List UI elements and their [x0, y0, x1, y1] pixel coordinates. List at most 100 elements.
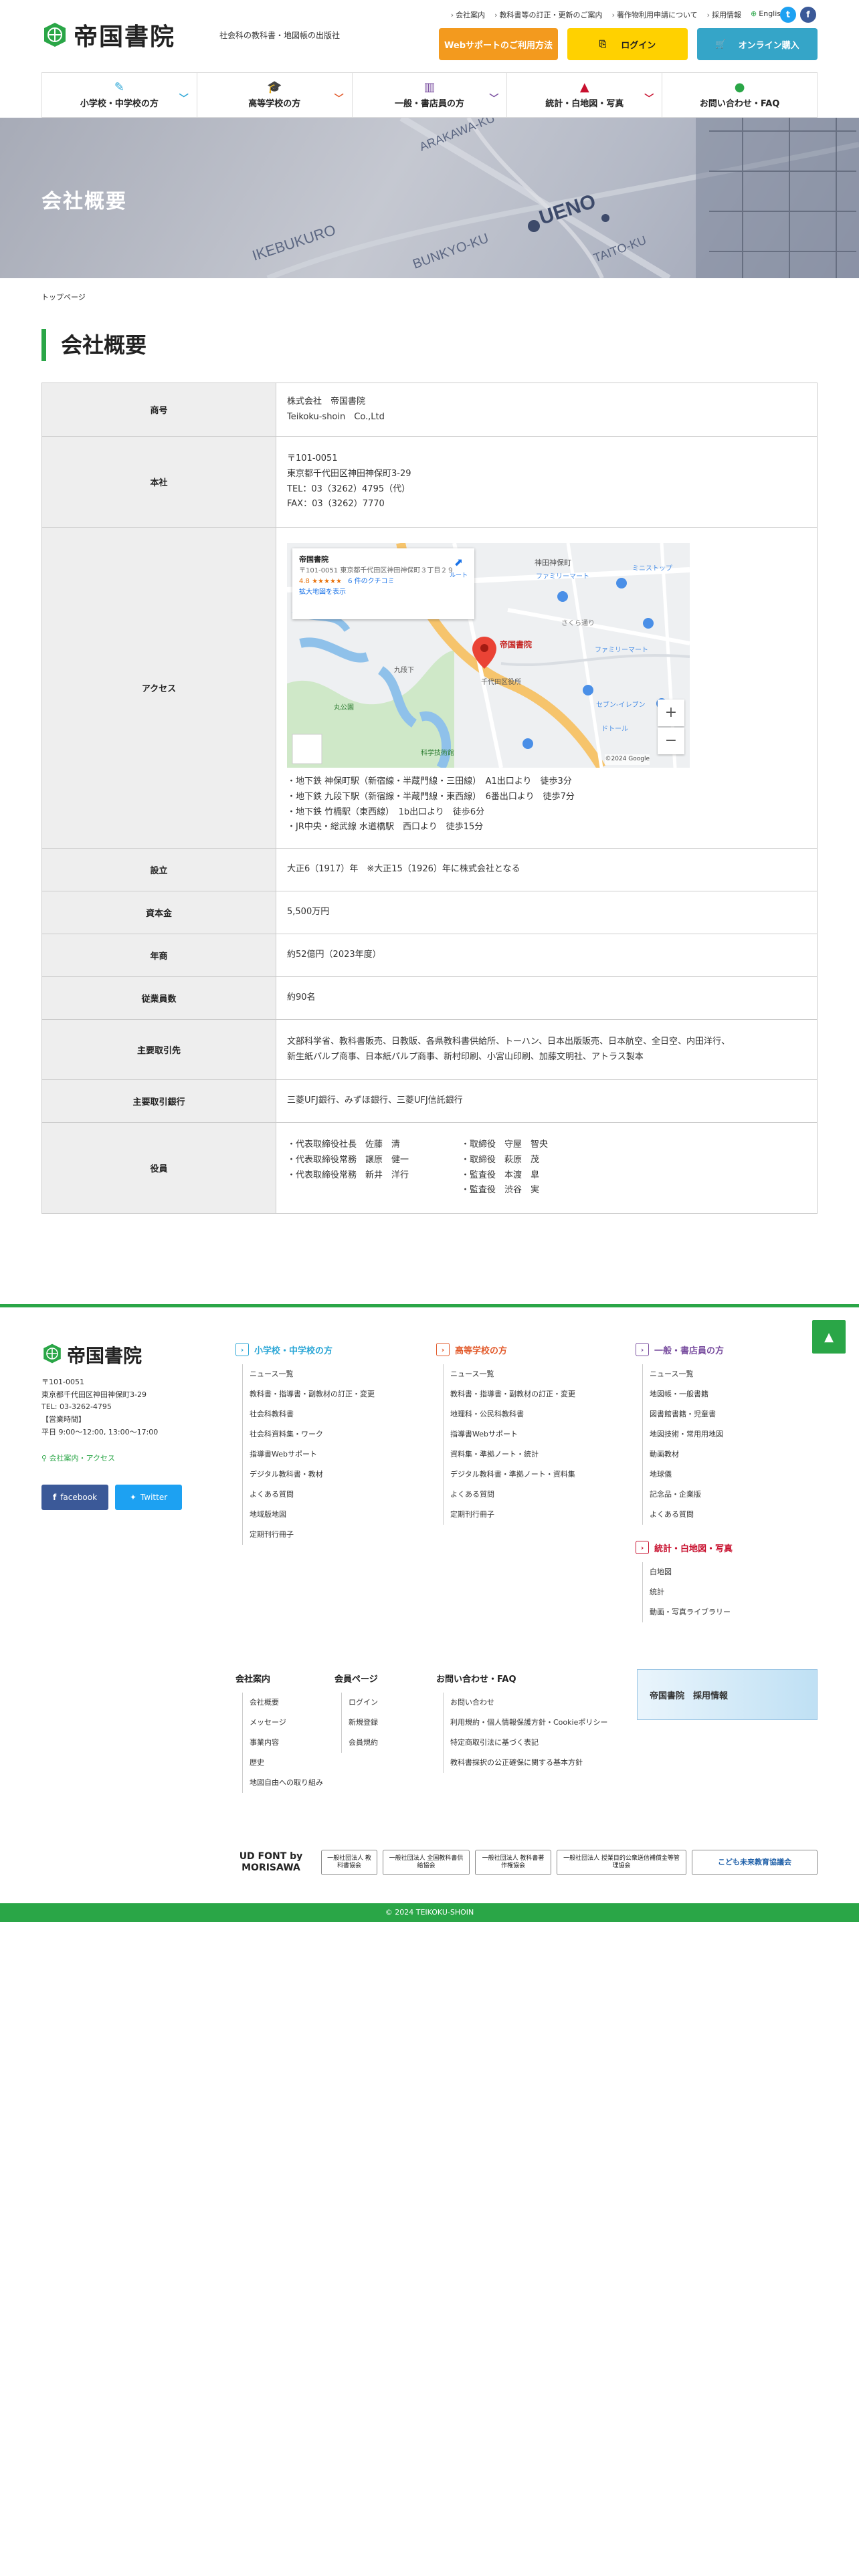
association-logo[interactable]: 一般社団法人 授業目的公衆送信補償金等管理協会	[557, 1850, 686, 1875]
nav-highschool[interactable]: 🎓 高等学校の方 ﹀	[196, 73, 352, 117]
footer-link[interactable]: 地図帳・一般書籍	[642, 1384, 818, 1404]
nav-contact[interactable]: ● お問い合わせ・FAQ	[662, 73, 818, 117]
footer-link[interactable]: 地図技術・常用用地図	[642, 1424, 818, 1444]
zoom-out-button[interactable]: −	[658, 728, 684, 754]
table-row: 主要取引先 文部科学省、教科書販売、日教販、各県教科書供給所、トーハン、日本出版…	[41, 1019, 818, 1080]
map-label: ミニストップ	[632, 565, 672, 572]
twitter-icon[interactable]: t	[780, 7, 796, 23]
footer-link[interactable]: 事業内容	[242, 1733, 329, 1753]
row-label: 主要取引銀行	[41, 1079, 276, 1123]
recruit-banner[interactable]: 帝国書院 採用情報	[637, 1669, 818, 1720]
association-logo[interactable]: こども未来教育協議会	[692, 1850, 818, 1875]
row-label: アクセス	[41, 527, 276, 849]
footer-link[interactable]: 会員規約	[341, 1733, 421, 1753]
banks: 三菱UFJ銀行、みずほ銀行、三菱UFJ信託銀行	[276, 1079, 818, 1123]
footer-link[interactable]: 地域版地図	[242, 1505, 416, 1525]
access-line: ・JR中央・総武線 水道橋駅 西口より 徒歩15分	[287, 822, 484, 833]
footer-col-highschool: › 高等学校の方 ニュース一覧 教科書・指導書・副教材の訂正・変更 地理科・公民科…	[436, 1343, 617, 1525]
footer-link[interactable]: 地図自由への取り組み	[242, 1773, 329, 1793]
map-label: 丸公園	[334, 704, 354, 712]
footer-link[interactable]: デジタル教科書・教材	[242, 1465, 416, 1485]
footer-link[interactable]: 定期刊行冊子	[443, 1505, 617, 1525]
globe-logo-icon	[41, 21, 68, 48]
map-card-enlarge-link[interactable]: 拡大地図を表示	[299, 588, 346, 596]
footer-link[interactable]: 統計	[642, 1582, 818, 1602]
hero-banner: UENO BUNKYO-KU IKEBUKURO ARAKAWA-KU TAIT…	[0, 118, 859, 278]
zoom-in-button[interactable]: +	[658, 700, 684, 726]
footer-link[interactable]: 歴史	[242, 1753, 329, 1773]
graduation-cap-icon: 🎓	[266, 80, 282, 94]
facebook-icon[interactable]: f	[800, 7, 816, 23]
footer-link[interactable]: 新規登録	[341, 1713, 421, 1733]
row-label: 従業員数	[41, 976, 276, 1020]
footer-link[interactable]: 会社概要	[242, 1693, 329, 1713]
footer-link[interactable]: 指導書Webサポート	[443, 1424, 617, 1444]
footer-link[interactable]: よくある質問	[642, 1505, 818, 1525]
footer-link[interactable]: 特定商取引法に基づく表記	[443, 1733, 624, 1753]
toplink-copyright[interactable]: › 著作物利用申請について	[612, 9, 698, 20]
association-logo[interactable]: UD FONT by MORISAWA	[227, 1850, 314, 1875]
footer-link[interactable]: 社会科資料集・ワーク	[242, 1424, 416, 1444]
footer-link[interactable]: 定期刊行冊子	[242, 1525, 416, 1545]
footer-link[interactable]: 指導書Webサポート	[242, 1444, 416, 1465]
footer-link[interactable]: 教科書採択の公正確保に関する基本方針	[443, 1753, 624, 1773]
hero-map-illustration: UENO BUNKYO-KU IKEBUKURO ARAKAWA-KU TAIT…	[250, 118, 859, 278]
footer-link[interactable]: 記念品・企業版	[642, 1485, 818, 1505]
footer-link[interactable]: よくある質問	[443, 1485, 617, 1505]
row-label: 本社	[41, 436, 276, 528]
footer-link[interactable]: 白地図	[642, 1562, 818, 1582]
table-row: 資本金 5,500万円	[41, 891, 818, 934]
online-purchase-button[interactable]: 🛒 オンライン購入	[697, 28, 818, 60]
footer-link[interactable]: ニュース一覧	[242, 1364, 416, 1384]
footer-link[interactable]: メッセージ	[242, 1713, 329, 1733]
footer-link[interactable]: 資料集・準拠ノート・統計	[443, 1444, 617, 1465]
page-top-button[interactable]: ▲	[812, 1320, 846, 1354]
toplink-company[interactable]: › 会社案内	[451, 9, 485, 20]
footer-link[interactable]: 利用規約・個人情報保護方針・Cookieポリシー	[443, 1713, 624, 1733]
footer-link[interactable]: 地理科・公民科教科書	[443, 1404, 617, 1424]
map-label: 科学技術館	[421, 750, 454, 757]
association-logo[interactable]: 一般社団法人 全国教科書供給協会	[383, 1850, 470, 1875]
footer-link[interactable]: 動画・写真ライブラリー	[642, 1602, 818, 1622]
footer-link[interactable]: お問い合わせ	[443, 1693, 624, 1713]
toplink-recruit[interactable]: › 採用情報	[707, 9, 741, 20]
login-button[interactable]: ⎘ ログイン	[567, 28, 688, 60]
footer-link[interactable]: 教科書・指導書・副教材の訂正・変更	[443, 1384, 617, 1404]
map-label: ファミリーマート	[536, 573, 589, 580]
twitter-button[interactable]: ✦ Twitter	[115, 1485, 182, 1510]
footer-col-general: › 一般・書店員の方 ニュース一覧 地図帳・一般書籍 図書館書籍・児童書 地図技術…	[636, 1343, 818, 1622]
footer-access-link[interactable]: ⚲ 会社案内・アクセス	[41, 1453, 115, 1463]
google-map[interactable]: 帝国書院 神田神保町 ファミリーマート さくら通り ファミリーマート セブン-イ…	[287, 543, 690, 768]
footer-link[interactable]: ログイン	[341, 1693, 421, 1713]
association-logo[interactable]: 一般社団法人 教科書協会	[321, 1850, 377, 1875]
cart-icon: 🛒	[715, 39, 727, 49]
site-logo[interactable]: 帝国書院	[41, 17, 175, 52]
footer-link[interactable]: 動画教材	[642, 1444, 818, 1465]
footer-link[interactable]: ニュース一覧	[443, 1364, 617, 1384]
table-row: アクセス 帝国書院 神田神保町 ファミリーマート さくら通り ファミリーマート …	[41, 527, 818, 849]
footer-link[interactable]: デジタル教科書・準拠ノート・資料集	[443, 1465, 617, 1485]
association-logo[interactable]: 一般社団法人 教科書著作権協会	[475, 1850, 551, 1875]
nav-elementary[interactable]: ✎ 小学校・中学校の方 ﹀	[41, 73, 197, 117]
footer-link[interactable]: よくある質問	[242, 1485, 416, 1505]
nav-general[interactable]: ▥ 一般・書店員の方 ﹀	[351, 73, 507, 117]
breadcrumb-home[interactable]: トップページ	[41, 293, 86, 302]
footer-logo[interactable]: 帝国書院	[41, 1341, 142, 1368]
toplink-corrections[interactable]: › 教科書等の訂正・更新のご案内	[494, 9, 602, 20]
map-info-card: 帝国書院 〒101-0051 東京都千代田区神田神保町３丁目２９ 4.8 ★★★…	[292, 548, 474, 619]
footer-link[interactable]: 社会科教科書	[242, 1404, 416, 1424]
row-label: 商号	[41, 383, 276, 437]
footer-link[interactable]: 教科書・指導書・副教材の訂正・変更	[242, 1384, 416, 1404]
company-table: 商号 株式会社 帝国書院 Teikoku-shoin Co.,Ltd 本社 〒10…	[41, 383, 818, 1214]
nav-statistics[interactable]: ▲ 統計・白地図・写真 ﹀	[506, 73, 662, 117]
main-nav: ✎ 小学校・中学校の方 ﹀ 🎓 高等学校の方 ﹀ ▥ 一般・書店員の方 ﹀ ▲ 統計・白地図・…	[41, 72, 818, 118]
map-route-button[interactable]: ⬈ ルート	[450, 554, 468, 580]
map-card-reviews[interactable]: 6 件のクチコミ	[348, 578, 395, 585]
footer-link[interactable]: ニュース一覧	[642, 1364, 818, 1384]
footer-link[interactable]: 図書館書籍・児童書	[642, 1404, 818, 1424]
facebook-button[interactable]: f facebook	[41, 1485, 108, 1510]
capital: 5,500万円	[276, 891, 818, 934]
footer-link[interactable]: 地球儀	[642, 1465, 818, 1485]
footer-col-elementary: › 小学校・中学校の方 ニュース一覧 教科書・指導書・副教材の訂正・変更 社会科教…	[235, 1343, 416, 1545]
web-support-button[interactable]: Webサポートのご利用方法	[439, 28, 558, 60]
